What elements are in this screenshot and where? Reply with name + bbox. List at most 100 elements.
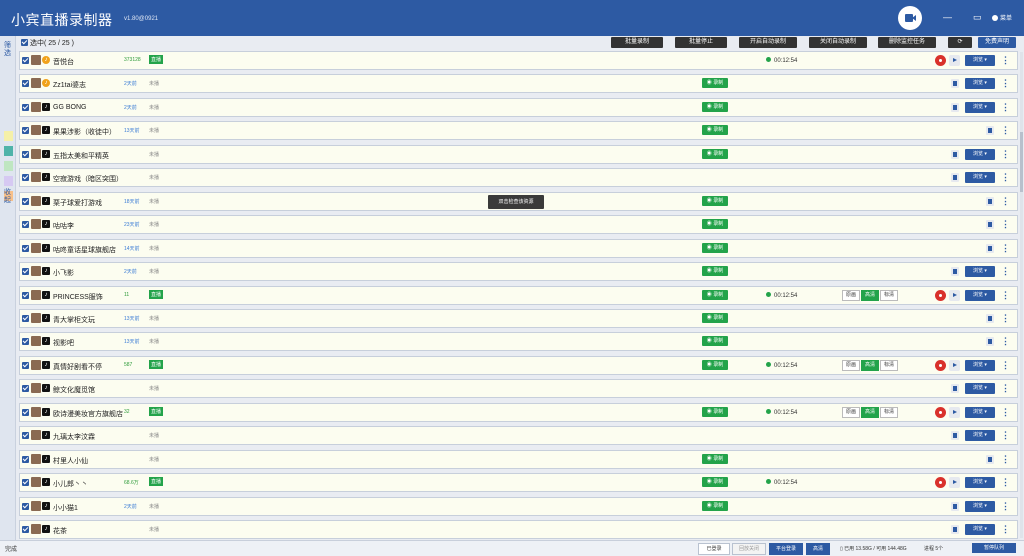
row-checkbox[interactable] — [22, 479, 29, 487]
alert-icon[interactable] — [935, 477, 946, 489]
task-row[interactable]: ♪ 咕咕李 23天前 未播 ◉ 录制 ⋮ — [19, 215, 1018, 235]
task-row[interactable]: ♪ 青大掌柜文玩 13天前 未播 ◉ 录制 ⋮ — [19, 308, 1018, 328]
delete-icon[interactable] — [951, 431, 959, 441]
delete-icon[interactable] — [986, 337, 994, 347]
delete-icon[interactable] — [986, 220, 994, 230]
row-checkbox[interactable] — [22, 57, 29, 64]
row-checkbox[interactable] — [22, 455, 29, 463]
quality-option[interactable]: 高清 — [861, 289, 880, 301]
select-all[interactable]: 选中( 25 / 25 ) — [21, 38, 74, 48]
record-button[interactable]: ◉ 录制 — [702, 125, 728, 136]
free-statement-button[interactable]: 免费声明 — [978, 37, 1016, 48]
alert-icon[interactable] — [935, 406, 946, 418]
color-swatch[interactable] — [4, 176, 13, 186]
more-icon[interactable]: ⋮ — [1001, 78, 1010, 89]
play-icon[interactable] — [949, 477, 960, 489]
minimize-icon[interactable]: — — [943, 12, 952, 22]
enable-auto-record-button[interactable]: 开启自动录制 — [739, 37, 797, 48]
checkbox[interactable] — [21, 39, 28, 46]
scrollbar-thumb[interactable] — [1020, 132, 1023, 192]
delete-icon[interactable] — [951, 525, 959, 534]
record-button[interactable]: ◉ 录制 — [702, 242, 728, 253]
color-swatch[interactable] — [4, 146, 13, 156]
quality-option[interactable]: 标清 — [880, 289, 899, 301]
disable-auto-record-button[interactable]: 关闭自动录制 — [809, 37, 867, 48]
logged-in-button[interactable]: 已登录 — [698, 543, 730, 555]
row-checkbox[interactable] — [22, 221, 29, 229]
task-row[interactable]: ♪ 视影吧 13天前 未播 ◉ 录制 ⋮ — [19, 332, 1018, 352]
browse-button[interactable]: 浏览 ▾ — [965, 383, 995, 395]
browse-button[interactable]: 浏览 ▾ — [965, 55, 995, 66]
task-row[interactable]: ♪ GG BONG 2天前 未播 ◉ 录制 浏览 ▾ ⋮ — [19, 97, 1018, 117]
color-swatch[interactable] — [4, 131, 13, 141]
record-button[interactable]: ◉ 录制 — [702, 101, 728, 112]
row-checkbox[interactable] — [22, 197, 29, 205]
alert-icon[interactable] — [935, 55, 946, 66]
platform-login-button[interactable]: 平台登录 — [769, 543, 803, 555]
delete-icon[interactable] — [951, 173, 959, 183]
color-swatch[interactable] — [4, 161, 13, 171]
task-row[interactable]: ♪ 咕咚童话星球旗舰店 14天前 未播 ◉ 录制 ⋮ — [19, 238, 1018, 258]
row-checkbox[interactable] — [22, 80, 29, 88]
row-checkbox[interactable] — [22, 502, 29, 510]
row-checkbox[interactable] — [22, 174, 29, 182]
refresh-icon[interactable]: ⟳ — [948, 37, 972, 48]
task-row[interactable]: ♪ 鲸文化魔觅馆 未播 浏览 ▾ ⋮ — [19, 379, 1018, 399]
more-icon[interactable]: ⋮ — [1001, 55, 1010, 66]
row-checkbox[interactable] — [22, 314, 29, 322]
more-icon[interactable]: ⋮ — [1001, 454, 1010, 465]
row-checkbox[interactable] — [22, 526, 29, 533]
row-checkbox[interactable] — [22, 338, 29, 346]
delete-icon[interactable] — [951, 79, 959, 89]
more-icon[interactable]: ⋮ — [1001, 360, 1010, 371]
play-icon[interactable] — [949, 406, 960, 418]
row-checkbox[interactable] — [22, 268, 29, 276]
row-checkbox[interactable] — [22, 432, 29, 440]
task-row[interactable]: ♪ 空寂游戏（暗区突围） 未播 浏览 ▾ ⋮ — [19, 168, 1018, 188]
browse-button[interactable]: 浏览 ▾ — [965, 430, 995, 442]
more-icon[interactable]: ⋮ — [1001, 430, 1010, 441]
task-row[interactable]: ♪ 小飞影 2天前 未播 ◉ 录制 浏览 ▾ ⋮ — [19, 262, 1018, 282]
more-icon[interactable]: ⋮ — [1001, 383, 1010, 394]
folder-icon[interactable]: ▭ — [973, 12, 982, 23]
browse-button[interactable]: 浏览 ▾ — [965, 266, 995, 278]
play-icon[interactable] — [949, 289, 960, 301]
task-row[interactable]: ♪ 五指太美和平精英 未播 ◉ 录制 浏览 ▾ ⋮ — [19, 144, 1018, 164]
quality-option[interactable]: 标清 — [880, 359, 899, 371]
record-button[interactable]: ◉ 录制 — [702, 477, 728, 488]
browse-button[interactable]: 浏览 ▾ — [965, 78, 995, 90]
browse-button[interactable]: 浏览 ▾ — [965, 148, 995, 160]
more-icon[interactable]: ⋮ — [1001, 407, 1010, 418]
browse-button[interactable]: 浏览 ▾ — [965, 289, 995, 301]
delete-icon[interactable] — [951, 102, 959, 112]
record-button[interactable]: ◉ 录制 — [702, 312, 728, 323]
browse-button[interactable]: 浏览 ▾ — [965, 524, 995, 535]
task-row[interactable]: ♪ 小小猫1 2天前 未播 ◉ 录制 浏览 ▾ ⋮ — [19, 496, 1018, 516]
more-icon[interactable]: ⋮ — [1001, 125, 1010, 136]
sidebar-filter[interactable]: 筛选 — [4, 42, 12, 58]
task-row[interactable]: ♪ 果果涉影（收徒中） 13天前 未播 ◉ 录制 ⋮ — [19, 121, 1018, 141]
more-icon[interactable]: ⋮ — [1001, 290, 1010, 301]
quality-option[interactable]: 标清 — [880, 406, 899, 418]
more-icon[interactable]: ⋮ — [1001, 313, 1010, 324]
play-icon[interactable] — [949, 55, 960, 66]
record-button[interactable]: ◉ 录制 — [702, 195, 728, 206]
quality-button[interactable]: 高清 — [806, 543, 830, 555]
record-button[interactable]: ◉ 录制 — [702, 266, 728, 277]
quality-option[interactable]: 原画 — [842, 289, 861, 301]
record-button[interactable]: ◉ 录制 — [702, 78, 728, 89]
browse-button[interactable]: 浏览 ▾ — [965, 359, 995, 371]
browse-button[interactable]: 浏览 ▾ — [965, 172, 995, 184]
task-row[interactable]: ♪ 小儿郎丶丶 68.6万 直播 ◉ 录制 00:12:54 浏览 ▾ ⋮ — [19, 473, 1018, 493]
task-row[interactable]: ♪ 音悦台 373128 直播 00:12:54 浏览 ▾ ⋮ — [19, 51, 1018, 70]
task-row[interactable]: ♪ 欧诗漫美妆官方旗舰店 32 直播 ◉ 录制 00:12:54 原画 高清 标清 浏览 ▾ ⋮ — [19, 402, 1018, 422]
play-icon[interactable] — [949, 359, 960, 371]
more-icon[interactable]: ⋮ — [1001, 219, 1010, 230]
scrollbar[interactable] — [1020, 52, 1023, 538]
record-button[interactable]: ◉ 录制 — [702, 219, 728, 230]
delete-icon[interactable] — [951, 501, 959, 511]
browse-button[interactable]: 浏览 ▾ — [965, 500, 995, 512]
browse-button[interactable]: 浏览 ▾ — [965, 406, 995, 418]
delete-icon[interactable] — [951, 267, 959, 277]
record-button[interactable]: ◉ 录制 — [702, 500, 728, 511]
